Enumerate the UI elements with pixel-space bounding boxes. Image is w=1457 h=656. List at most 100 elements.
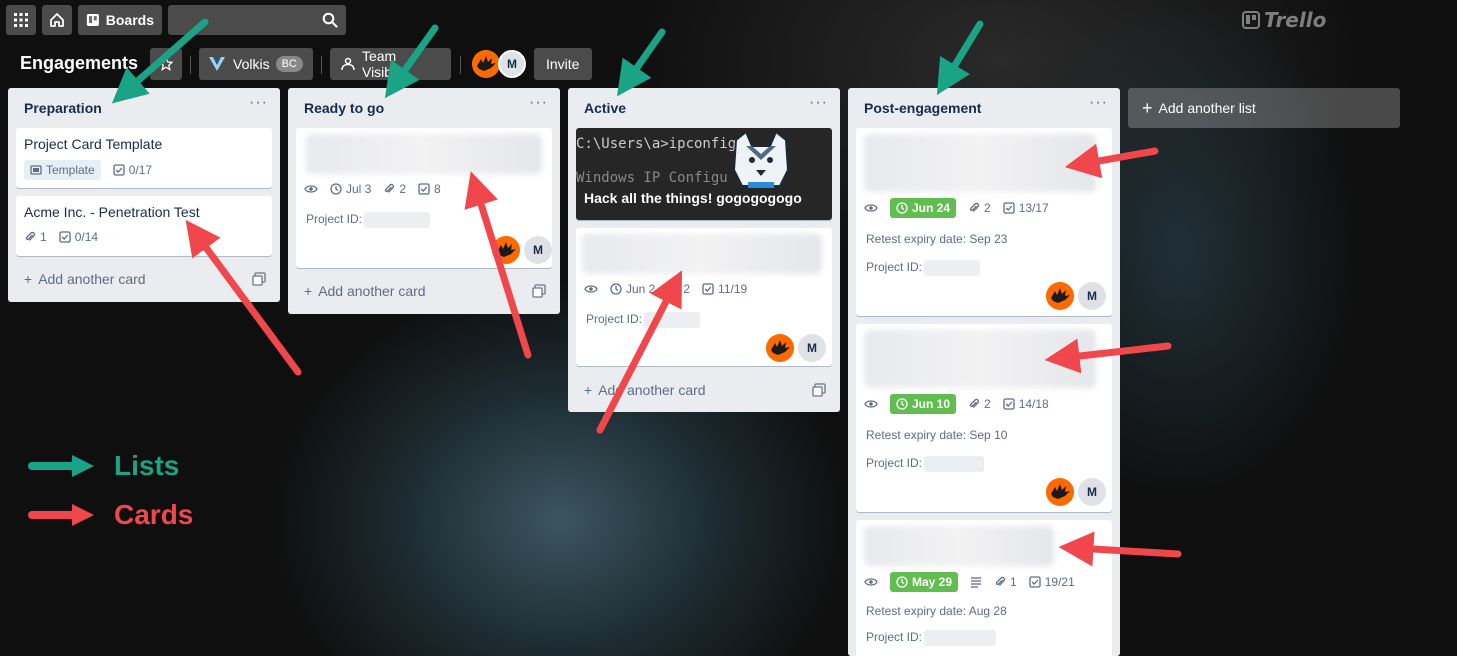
card-redacted[interactable]: Jun 24 2 13/17 Retest expiry date: Sep 2… <box>856 128 1112 316</box>
visibility-button[interactable]: Team Visible <box>330 48 451 80</box>
workspace-button[interactable]: Volkis BC <box>199 48 313 80</box>
member-avatar-m[interactable]: M <box>1078 282 1106 310</box>
attachment-badge: 1 <box>994 575 1017 589</box>
project-id-field: Project ID: <box>866 630 997 646</box>
redacted-title <box>864 526 1054 566</box>
project-id-label: Project ID: <box>866 260 923 275</box>
due-date: Jun 24 <box>912 201 951 215</box>
create-from-template-icon[interactable] <box>252 272 266 289</box>
add-card-button[interactable]: + Add another card <box>304 283 426 299</box>
paperclip-icon <box>995 576 1006 586</box>
attachment-badge: 2 <box>383 182 406 196</box>
red-arrow-icon <box>28 504 94 526</box>
create-from-template-icon[interactable] <box>812 383 826 400</box>
card-project-template[interactable]: Project Card Template Template 0/17 <box>16 128 272 188</box>
member-avatar-m[interactable]: M <box>798 334 826 362</box>
create-from-template-icon[interactable] <box>532 284 546 301</box>
watch-badge <box>584 283 598 295</box>
attachment-badge: 2 <box>667 282 690 296</box>
list-menu-icon[interactable]: ··· <box>249 94 268 112</box>
redacted-title <box>306 134 542 174</box>
list-title[interactable]: Post-engagement <box>864 100 981 116</box>
checklist-badge: 0/17 <box>113 163 152 177</box>
redacted-project-id <box>924 260 981 276</box>
invite-button[interactable]: Invite <box>534 48 592 80</box>
list-title[interactable]: Active <box>584 100 626 116</box>
plus-icon: + <box>304 283 313 299</box>
card-hack-all-the-things[interactable]: C:\Users\a>ipconfig Windows IP Configu H… <box>576 128 832 220</box>
board-title[interactable]: Engagements <box>20 53 138 74</box>
divider <box>190 56 191 74</box>
attachment-count: 2 <box>399 182 407 196</box>
checklist-icon <box>418 183 430 195</box>
star-button[interactable] <box>150 48 182 80</box>
card-redacted[interactable]: Jun 2 2 11/19 Project ID: M <box>576 228 832 366</box>
redacted-title <box>864 330 1096 388</box>
retest-expiry: Retest expiry date: Aug 28 <box>866 604 1007 618</box>
member-avatar-m[interactable]: M <box>524 236 552 264</box>
list-menu-icon[interactable]: ··· <box>1089 94 1108 112</box>
star-icon <box>159 57 173 71</box>
list-post-engagement[interactable]: Post-engagement ··· Jun 24 2 13/17 Retes… <box>848 88 1120 656</box>
card-redacted[interactable]: Jun 10 2 14/18 Retest expiry date: Sep 1… <box>856 324 1112 512</box>
due-date: Jun 10 <box>912 397 951 411</box>
project-id-label: Project ID: <box>306 212 363 227</box>
due-badge: Jun 2 <box>610 282 655 296</box>
member-avatar-m[interactable]: M <box>1078 478 1106 506</box>
due-complete-badge[interactable]: May 29 <box>890 572 959 592</box>
goku-avatar-icon <box>1046 478 1074 506</box>
workspace-label: Volkis <box>233 56 270 72</box>
template-icon <box>30 165 42 175</box>
list-menu-icon[interactable]: ··· <box>809 94 828 112</box>
card-badges: May 29 1 19/21 <box>864 572 1075 592</box>
member-avatar-m[interactable]: M <box>498 50 526 78</box>
apps-grid-icon[interactable] <box>6 5 36 35</box>
due-badge: Jul 3 <box>330 182 371 196</box>
add-card-label: Add another card <box>318 283 426 299</box>
add-list-button[interactable]: + Add another list <box>1128 88 1400 128</box>
checklist-badge: 11/19 <box>702 282 747 296</box>
list-title[interactable]: Ready to go <box>304 100 384 116</box>
board-header: Engagements Volkis BC Team Visible M Inv… <box>0 48 1457 80</box>
workspace-badge: BC <box>275 56 303 72</box>
project-id-label: Project ID: <box>586 312 643 327</box>
attachment-count: 1 <box>40 230 47 244</box>
list-menu-icon[interactable]: ··· <box>529 94 548 112</box>
due-complete-badge[interactable]: Jun 10 <box>890 394 957 414</box>
volkis-logo-icon <box>209 57 225 71</box>
member-avatar-goku[interactable] <box>1046 478 1074 506</box>
due-date: May 29 <box>912 575 953 589</box>
legend-lists-label: Lists <box>114 450 180 481</box>
search-input[interactable] <box>168 5 346 35</box>
due-complete-badge[interactable]: Jun 24 <box>890 198 957 218</box>
boards-button[interactable]: Boards <box>78 5 162 35</box>
card-acme[interactable]: Acme Inc. - Penetration Test 1 0/14 <box>16 196 272 256</box>
member-avatar-goku[interactable] <box>1046 282 1074 310</box>
member-avatar-goku[interactable] <box>472 50 500 78</box>
list-header: Preparation ··· <box>8 88 280 128</box>
checklist-count: 19/21 <box>1044 575 1075 589</box>
add-card-button[interactable]: + Add another card <box>584 382 706 398</box>
trello-logo[interactable]: Trello <box>1242 8 1326 32</box>
add-card-button[interactable]: + Add another card <box>24 271 146 287</box>
member-avatar-goku[interactable] <box>492 236 520 264</box>
home-button[interactable] <box>42 5 72 35</box>
list-preparation[interactable]: Preparation ··· Project Card Template Te… <box>8 88 280 302</box>
clock-icon <box>330 183 342 195</box>
clock-icon <box>896 576 908 588</box>
list-ready-to-go[interactable]: Ready to go ··· Jul 3 2 8 Project ID: M … <box>288 88 560 314</box>
checklist-icon <box>113 164 125 176</box>
attachment-count: 2 <box>984 397 991 411</box>
cover-terminal-line-2: Windows IP Configu <box>576 170 728 186</box>
legend-cards-label: Cards <box>114 499 194 530</box>
watch-badge <box>864 576 878 588</box>
card-redacted[interactable]: May 29 1 19/21 Retest expiry date: Aug 2… <box>856 520 1112 656</box>
card-redacted[interactable]: Jul 3 2 8 Project ID: M <box>296 128 552 268</box>
card-badges: 1 0/14 <box>24 230 98 244</box>
checklist-count: 14/18 <box>1018 397 1049 411</box>
member-avatar-goku[interactable] <box>766 334 794 362</box>
card-cover-image: C:\Users\a>ipconfig Windows IP Configu H… <box>576 128 832 220</box>
list-active[interactable]: Active ··· C:\Users\a>ipconfig Windows I… <box>568 88 840 412</box>
eye-icon <box>304 185 318 193</box>
list-title[interactable]: Preparation <box>24 100 102 116</box>
